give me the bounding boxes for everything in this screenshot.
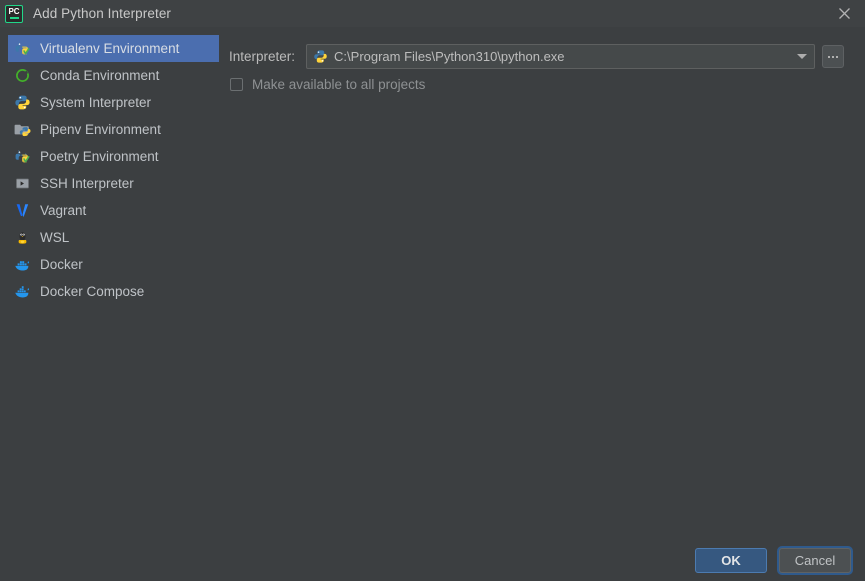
interpreter-row: Interpreter: C:\Program Files\Python310\… <box>229 44 845 69</box>
vagrant-icon <box>14 202 31 219</box>
dialog-buttons: OK Cancel <box>695 548 851 573</box>
interpreter-select[interactable]: C:\Program Files\Python310\python.exe <box>306 44 816 69</box>
interpreter-value: C:\Program Files\Python310\python.exe <box>334 49 565 64</box>
pycharm-icon-underline <box>9 17 19 19</box>
interpreter-label: Interpreter: <box>229 49 296 64</box>
pycharm-icon-text: PC <box>8 7 20 16</box>
sidebar-item-docker-compose[interactable]: Docker Compose <box>8 278 219 305</box>
python-icon <box>14 94 31 111</box>
sidebar-item-label: Conda Environment <box>40 67 160 83</box>
sidebar-item-label: Virtualenv Environment <box>40 40 180 56</box>
ssh-icon <box>14 175 31 192</box>
poetry-icon <box>14 148 31 165</box>
sidebar-item-label: Docker <box>40 256 83 272</box>
sidebar-item-system-interpreter[interactable]: System Interpreter <box>8 89 219 116</box>
sidebar-item-pipenv-environment[interactable]: Pipenv Environment <box>8 116 219 143</box>
cancel-button[interactable]: Cancel <box>779 548 851 573</box>
docker-compose-icon <box>14 283 31 300</box>
make-available-checkbox-row[interactable]: Make available to all projects <box>230 77 425 92</box>
sidebar-item-docker[interactable]: Docker <box>8 251 219 278</box>
chevron-down-icon[interactable] <box>790 45 814 68</box>
sidebar-item-label: Vagrant <box>40 202 87 218</box>
add-python-interpreter-dialog: PC Add Python Interpreter Virtualenv Env… <box>0 0 865 581</box>
wsl-icon <box>14 229 31 246</box>
conda-icon <box>14 67 31 84</box>
sidebar-item-vagrant[interactable]: Vagrant <box>8 197 219 224</box>
interpreter-type-list[interactable]: Virtualenv Environment Conda Environment <box>8 35 219 305</box>
sidebar-item-ssh-interpreter[interactable]: SSH Interpreter <box>8 170 219 197</box>
python-icon <box>313 49 328 64</box>
window-title: Add Python Interpreter <box>33 6 172 21</box>
sidebar-item-label: Pipenv Environment <box>40 121 161 137</box>
ellipsis-icon <box>828 55 839 58</box>
sidebar-item-poetry-environment[interactable]: Poetry Environment <box>8 143 219 170</box>
sidebar-item-conda-environment[interactable]: Conda Environment <box>8 62 219 89</box>
close-icon[interactable] <box>823 0 865 27</box>
docker-icon <box>14 256 31 273</box>
make-available-label: Make available to all projects <box>252 77 426 92</box>
make-available-checkbox[interactable] <box>230 78 243 91</box>
title-bar: PC Add Python Interpreter <box>0 0 865 27</box>
pipenv-icon <box>14 121 31 138</box>
sidebar-item-label: System Interpreter <box>40 94 152 110</box>
ok-button[interactable]: OK <box>695 548 767 573</box>
close-icon-glyph <box>838 8 850 19</box>
pycharm-icon: PC <box>5 4 23 23</box>
sidebar-item-label: WSL <box>40 229 70 245</box>
virtualenv-icon <box>14 40 31 57</box>
browse-button[interactable] <box>822 45 845 68</box>
sidebar-item-wsl[interactable]: WSL <box>8 224 219 251</box>
sidebar-item-virtualenv-environment[interactable]: Virtualenv Environment <box>8 35 219 62</box>
sidebar-item-label: Poetry Environment <box>40 148 159 164</box>
sidebar-item-label: SSH Interpreter <box>40 175 134 191</box>
sidebar-item-label: Docker Compose <box>40 283 145 299</box>
